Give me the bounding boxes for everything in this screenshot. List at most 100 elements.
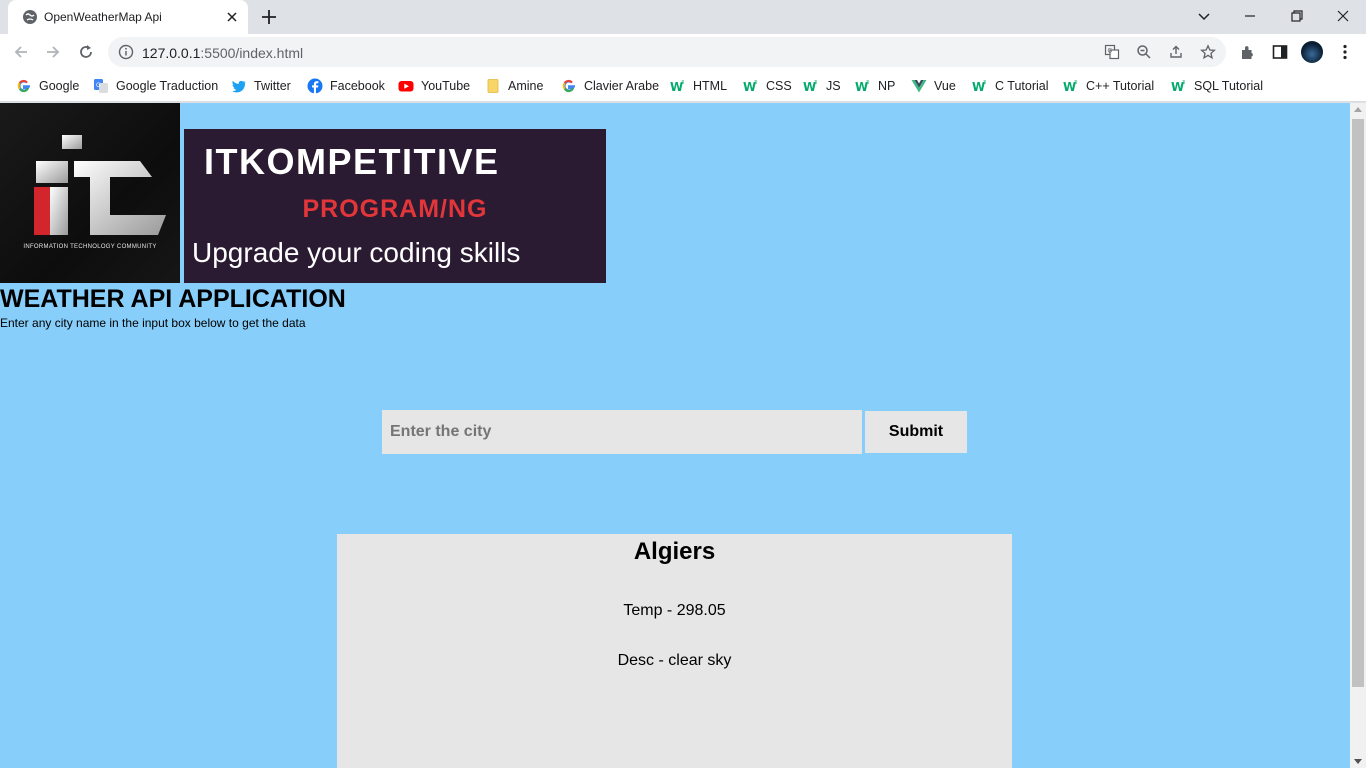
bookmark-label: Facebook <box>330 79 385 93</box>
tab-search-icon[interactable] <box>1196 8 1212 24</box>
browser-tab[interactable]: OpenWeatherMap Api <box>8 0 248 34</box>
bookmark-label: C Tutorial <box>995 79 1049 93</box>
minimize-icon[interactable] <box>1242 8 1258 24</box>
w3schools-icon: W3 <box>972 78 995 94</box>
bookmark-label: YouTube <box>421 79 471 93</box>
w3schools-icon: W3 <box>803 78 826 94</box>
bookmark-item[interactable]: Clavier Arabe <box>561 76 659 96</box>
svg-text:3: 3 <box>983 80 986 86</box>
svg-text:3: 3 <box>866 80 869 86</box>
itc-logo: INFORMATION TECHNOLOGY COMMUNITY <box>0 103 180 283</box>
bookmark-label: Clavier Arabe <box>584 79 660 93</box>
translate-page-icon[interactable]: G <box>1104 44 1120 60</box>
bookmark-item[interactable]: W3C Tutorial <box>972 76 1049 96</box>
bookmark-item[interactable]: W 3 CSS <box>743 76 792 96</box>
forward-icon[interactable] <box>44 43 62 61</box>
bookmark-label: Amine <box>508 79 544 93</box>
site-info-icon[interactable] <box>118 44 134 60</box>
url-path: :5500/index.html <box>200 45 304 61</box>
competitive-programming-banner: ITKOMPETITIVE PROGRAM/NG Upgrade your co… <box>184 129 606 283</box>
bookmark-item[interactable]: W 3 NP <box>855 76 895 96</box>
browser-toolbar: 127.0.0.1:5500/index.html G <box>0 34 1366 70</box>
result-description: Desc - clear sky <box>617 652 732 669</box>
bookmark-label: SQL Tutorial <box>1194 79 1264 93</box>
bookmark-item[interactable]: Vue <box>911 76 956 96</box>
svg-text:3: 3 <box>754 80 757 86</box>
submit-button[interactable]: Submit <box>865 411 967 453</box>
bookmark-item[interactable]: W 3 SQL Tutorial <box>1171 76 1263 96</box>
w3schools-icon: W3 <box>670 78 693 94</box>
bookmark-item[interactable]: Google <box>16 76 79 96</box>
new-tab-icon[interactable] <box>260 8 278 26</box>
bookmark-label: JS <box>826 79 841 93</box>
url-text[interactable]: 127.0.0.1:5500/index.html <box>142 45 303 61</box>
zoom-icon[interactable] <box>1136 44 1152 60</box>
bookmark-star-icon[interactable] <box>1200 44 1216 60</box>
page-scrollbar[interactable] <box>1350 103 1366 768</box>
itc-logo-mark <box>34 135 166 235</box>
youtube-icon <box>398 78 421 94</box>
close-tab-icon[interactable] <box>224 9 240 25</box>
banner-headline: ITKOMPETITIVE <box>204 141 500 182</box>
bookmark-item[interactable]: Twitter <box>231 76 291 96</box>
translate-icon: G <box>93 78 116 94</box>
svg-text:3: 3 <box>814 80 817 86</box>
w3schools-icon: W3 <box>1171 78 1194 94</box>
bookmark-label: Google Traduction <box>116 79 219 93</box>
close-window-icon[interactable] <box>1335 8 1351 24</box>
result-city: Algiers <box>633 538 716 565</box>
svg-text:3: 3 <box>1074 80 1077 86</box>
tab-strip: OpenWeatherMap Api <box>0 0 1366 34</box>
bookmark-label: Vue <box>934 79 956 93</box>
page-instructions: Enter any city name in the input box bel… <box>0 316 306 330</box>
menu-kebab-icon[interactable] <box>1336 43 1354 61</box>
w3schools-icon: W3 <box>855 78 878 94</box>
bookmark-label: C++ Tutorial <box>1086 79 1155 93</box>
tab-title: OpenWeatherMap Api <box>44 10 162 24</box>
bookmark-item[interactable]: G Google Traduction <box>93 76 218 96</box>
banner-program-label: PROGRAM/NG <box>302 195 488 223</box>
svg-text:G: G <box>1108 48 1113 55</box>
google-icon <box>16 78 39 94</box>
bookmark-item[interactable]: Facebook <box>307 76 385 96</box>
url-host: 127.0.0.1 <box>142 45 201 61</box>
svg-text:3: 3 <box>1182 80 1185 86</box>
facebook-icon <box>307 78 330 94</box>
profile-avatar[interactable] <box>1301 41 1323 63</box>
extensions-icon[interactable] <box>1239 43 1257 61</box>
page-viewport: INFORMATION TECHNOLOGY COMMUNITY ITKOMPE… <box>0 103 1350 768</box>
bookmark-item[interactable]: W 3 HTML <box>670 76 727 96</box>
bookmark-item[interactable]: W 3 C++ Tutorial <box>1063 76 1154 96</box>
twitter-icon <box>231 78 254 94</box>
w3schools-icon: W3 <box>743 78 766 94</box>
city-input[interactable] <box>382 410 862 454</box>
scroll-thumb[interactable] <box>1352 119 1364 687</box>
itc-logo-text: INFORMATION TECHNOLOGY COMMUNITY <box>23 244 157 250</box>
reload-icon[interactable] <box>77 43 95 61</box>
folder-icon <box>485 78 508 94</box>
restore-icon[interactable] <box>1289 8 1305 24</box>
bookmark-label: Google <box>39 79 80 93</box>
share-icon[interactable] <box>1168 44 1184 60</box>
result-temp: Temp - 298.05 <box>623 602 726 619</box>
scroll-up-arrow[interactable] <box>1354 107 1362 112</box>
bookmark-label: HTML <box>693 79 728 93</box>
bookmark-item[interactable]: Amine <box>485 76 543 96</box>
back-icon[interactable] <box>12 43 30 61</box>
address-bar[interactable]: 127.0.0.1:5500/index.html G <box>108 37 1226 67</box>
side-panel-icon[interactable] <box>1271 43 1289 61</box>
bookmark-item[interactable]: YouTube <box>398 76 470 96</box>
bookmark-label: Twitter <box>254 79 291 93</box>
globe-icon <box>23 10 37 24</box>
bookmarks-bar: Google G Google Traduction Twitter Facebook Y… <box>0 70 1366 102</box>
bookmark-item[interactable]: W 3 JS <box>803 76 841 96</box>
bookmark-label: NP <box>878 79 896 93</box>
w3schools-icon: W3 <box>1063 78 1086 94</box>
bookmark-label: CSS <box>766 79 792 93</box>
svg-text:3: 3 <box>681 80 684 86</box>
banner-tagline: Upgrade your coding skills <box>192 237 521 268</box>
scroll-down-arrow[interactable] <box>1354 759 1362 764</box>
weather-result-card: Algiers Temp - 298.05 Desc - clear sky <box>337 534 1012 768</box>
page-title: WEATHER API APPLICATION <box>0 285 346 313</box>
vue-icon <box>911 78 934 94</box>
